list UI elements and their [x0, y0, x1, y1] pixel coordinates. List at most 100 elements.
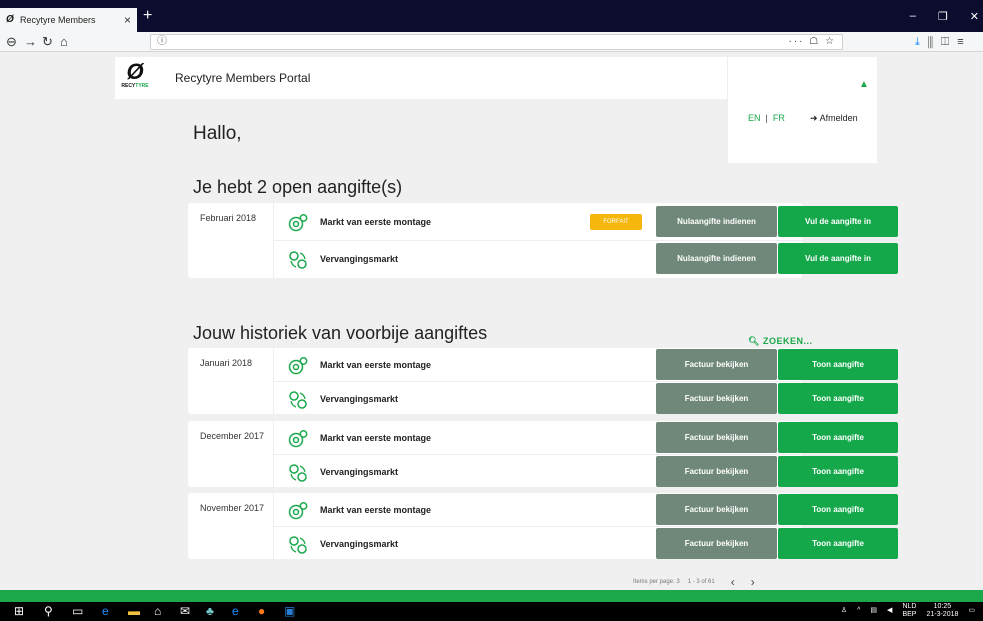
period-label: Januari 2018 — [200, 358, 253, 368]
lang-separator: | — [765, 113, 768, 123]
edge-icon[interactable]: e — [102, 604, 109, 619]
language-switch: EN | FR — [748, 113, 785, 123]
show-declaration-button[interactable]: Toon aangifte — [778, 494, 898, 525]
clock-time: 10:25 — [933, 603, 952, 610]
notifications-icon[interactable]: ▭ — [968, 607, 975, 615]
tab-close-icon[interactable]: × — [124, 13, 131, 27]
windows-start-icon[interactable]: ⊞ — [14, 604, 24, 619]
user-panel: ▲ EN | FR ➜ Afmelden — [727, 57, 877, 163]
page-range: 1 - 3 of 61 — [687, 579, 715, 585]
logout-label: Afmelden — [819, 113, 858, 123]
history-section-title: Jouw historiek van voorbije aangiftes — [193, 323, 488, 343]
show-declaration-button[interactable]: Toon aangifte — [778, 422, 898, 453]
search-taskbar-icon[interactable]: ⚲ — [44, 604, 53, 619]
firefox-icon[interactable]: ● — [258, 604, 265, 619]
previous-page-icon[interactable]: ‹ — [731, 575, 735, 589]
view-invoice-button[interactable]: Factuur bekijken — [656, 349, 777, 380]
market-name: Markt van eerste montage — [320, 433, 432, 443]
list-item: Markt van eerste montage Factuur bekijke… — [273, 349, 898, 382]
view-invoice-button[interactable]: Factuur bekijken — [656, 456, 777, 487]
lang-fr-link[interactable]: FR — [773, 113, 785, 123]
download-icon[interactable]: ⤓ — [915, 36, 928, 48]
show-declaration-button[interactable]: Toon aangifte — [778, 456, 898, 487]
show-declaration-button[interactable]: Toon aangifte — [778, 383, 898, 414]
recytyre-favicon-icon: Ø — [6, 14, 14, 25]
chevron-up-icon[interactable]: ▲ — [859, 79, 869, 90]
search-label: ZOEKEN... — [762, 336, 813, 346]
replacement-market-icon — [289, 391, 307, 409]
browser-tab[interactable]: Ø Recytyre Members × — [0, 8, 137, 32]
show-declaration-button[interactable]: Toon aangifte — [778, 528, 898, 559]
minimize-icon[interactable]: – — [910, 10, 916, 22]
volume-icon[interactable]: ◀ — [887, 607, 892, 615]
nil-declaration-button[interactable]: Nulaangifte indienen — [656, 243, 777, 274]
network-icon[interactable]: ▤ — [870, 607, 877, 615]
history-card: November 2017 Markt van eerste montage F… — [188, 493, 898, 561]
task-view-icon[interactable]: ▭ — [72, 604, 83, 619]
recytyre-logo[interactable]: Ø RECYTYRE — [120, 61, 150, 95]
show-declaration-button[interactable]: Toon aangifte — [778, 349, 898, 380]
footer-bar — [0, 590, 983, 602]
period-label: Februari 2018 — [200, 213, 257, 223]
people-icon[interactable]: ♙ — [841, 607, 847, 615]
fill-declaration-button[interactable]: Vul de aangifte in — [778, 243, 898, 274]
history-card: Januari 2018 Markt van eerste montage Fa… — [188, 348, 898, 414]
lang-en-link[interactable]: EN — [748, 113, 761, 123]
reload-icon[interactable]: ↻ — [42, 34, 53, 50]
open-section-title: Je hebt 2 open aangifte(s) — [193, 177, 403, 197]
search-link[interactable]: 🔍︎ ZOEKEN... — [748, 336, 812, 347]
next-page-icon[interactable]: › — [751, 575, 755, 589]
back-icon[interactable]: ⊖ — [6, 34, 17, 50]
first-mount-market-icon — [288, 502, 308, 520]
restore-icon[interactable]: ❐ — [938, 10, 948, 23]
recytyre-logo-icon: Ø — [126, 59, 144, 84]
portal-title: Recytyre Members Portal — [175, 71, 311, 85]
replacement-market-icon — [289, 536, 307, 554]
search-icon: 🔍︎ — [748, 336, 760, 346]
close-window-icon[interactable]: ✕ — [970, 10, 979, 23]
view-invoice-button[interactable]: Factuur bekijken — [656, 494, 777, 525]
view-invoice-button[interactable]: Factuur bekijken — [656, 422, 777, 453]
chevron-up-icon[interactable]: ^ — [857, 607, 860, 615]
site-info-icon[interactable]: ⓘ — [157, 35, 167, 49]
clock[interactable]: 10:25 21-3-2018 — [926, 603, 958, 619]
library-icon[interactable]: ⫼ — [928, 36, 941, 48]
new-tab-button[interactable]: + — [143, 8, 152, 24]
nil-declaration-button[interactable]: Nulaangifte indienen — [656, 206, 777, 237]
logout-icon: ➜ — [810, 113, 818, 123]
view-invoice-button[interactable]: Factuur bekijken — [656, 383, 777, 414]
replacement-market-icon — [289, 464, 307, 482]
home-icon[interactable]: ⌂ — [60, 34, 68, 50]
sidebar-icon[interactable]: ◫ — [941, 36, 957, 48]
url-actions[interactable]: ··· ☖ ☆ — [789, 35, 836, 49]
list-item: Vervangingsmarkt Factuur bekijken Toon a… — [273, 456, 898, 489]
portal-header: Ø RECYTYRE Recytyre Members Portal — [115, 57, 727, 99]
forward-icon[interactable]: → — [24, 34, 37, 50]
period-label: December 2017 — [200, 431, 265, 441]
open-card: Februari 2018 Markt van eerste montage F… — [188, 203, 898, 278]
list-item: Vervangingsmarkt Factuur bekijken Toon a… — [273, 528, 898, 561]
store-icon[interactable]: ⌂ — [154, 604, 161, 619]
history-card: December 2017 Markt van eerste montage F… — [188, 421, 898, 489]
logo-wordmark: RECYTYRE — [121, 83, 149, 89]
view-invoice-button[interactable]: Factuur bekijken — [656, 528, 777, 559]
logout-link[interactable]: ➜ Afmelden — [810, 113, 858, 124]
menu-icon[interactable]: ≡ — [957, 36, 971, 48]
app-icon[interactable]: ♣ — [206, 604, 214, 619]
word-icon[interactable]: ▣ — [284, 604, 295, 619]
file-explorer-icon[interactable]: ▬ — [128, 604, 140, 619]
market-name: Markt van eerste montage — [320, 217, 432, 227]
input-language[interactable]: NLD BEP — [902, 603, 916, 619]
mail-icon[interactable]: ✉ — [180, 604, 190, 619]
browser-tabbar: Ø Recytyre Members × + – ❐ ✕ — [0, 0, 983, 32]
market-name: Vervangingsmarkt — [320, 539, 399, 549]
market-name: Vervangingsmarkt — [320, 254, 399, 264]
list-item: Markt van eerste montage FORFAIT Nulaang… — [273, 206, 898, 239]
list-item: Markt van eerste montage Factuur bekijke… — [273, 422, 898, 455]
url-bar[interactable]: ⓘ ··· ☖ ☆ — [150, 34, 843, 50]
list-item: Vervangingsmarkt Nulaangifte indienen Vu… — [273, 243, 898, 276]
internet-explorer-icon[interactable]: e — [232, 604, 239, 619]
fill-declaration-button[interactable]: Vul de aangifte in — [778, 206, 898, 237]
items-per-page[interactable]: Items per page: 3 — [633, 579, 680, 585]
lang-code: NLD — [902, 603, 917, 610]
